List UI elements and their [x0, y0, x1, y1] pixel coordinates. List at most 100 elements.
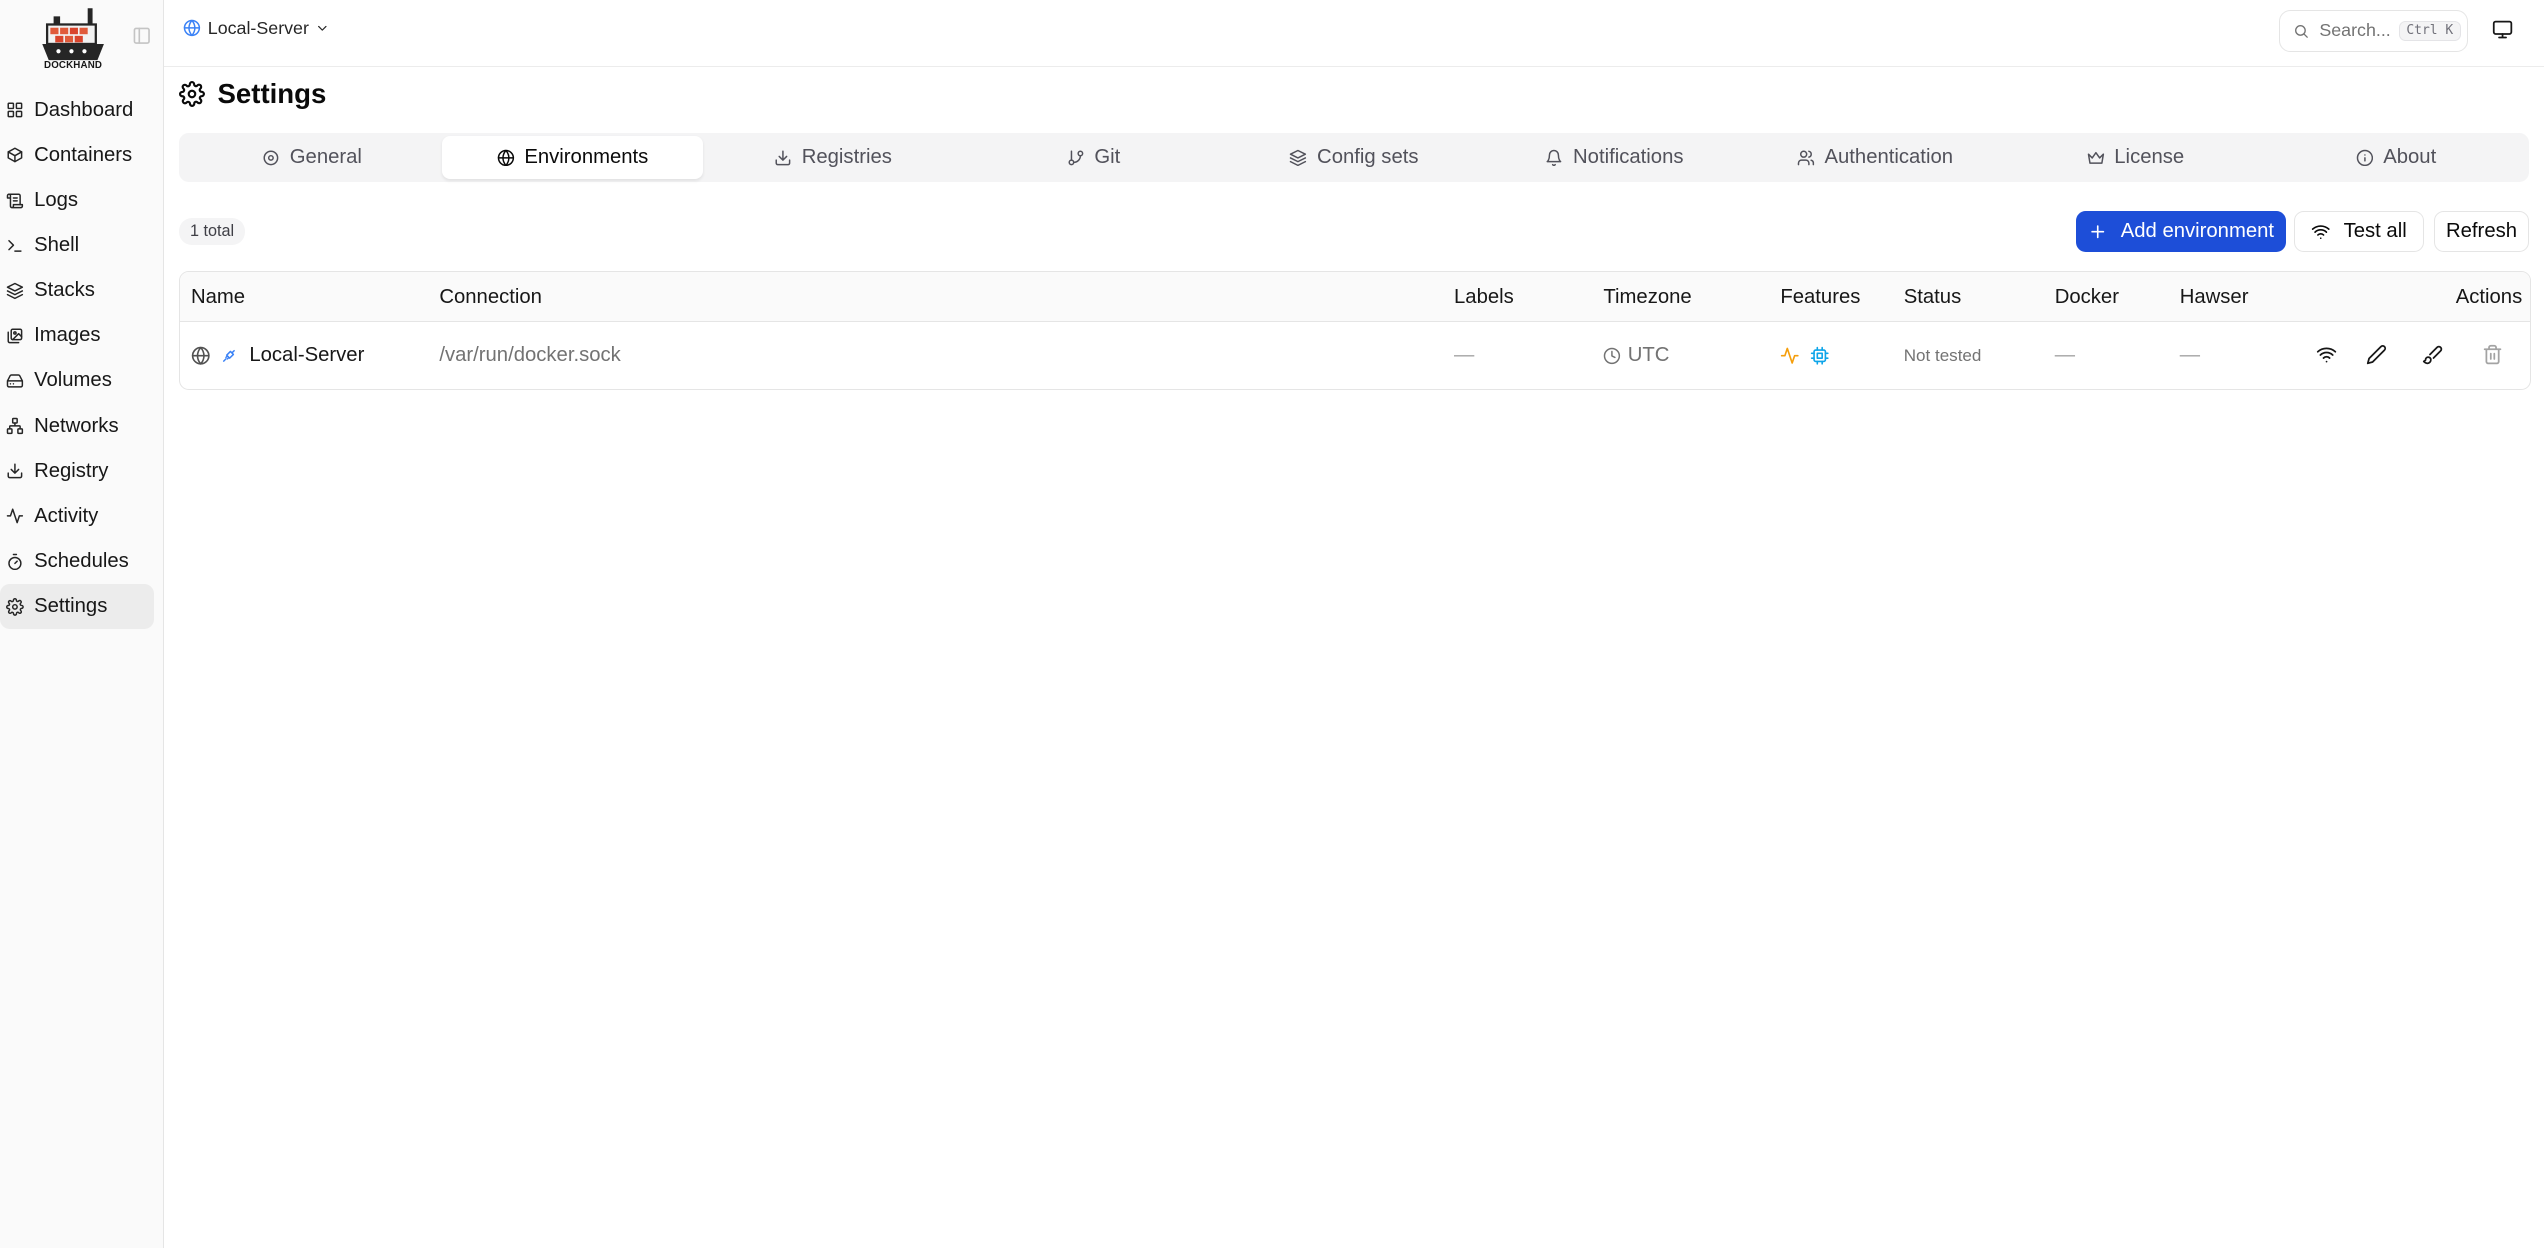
download-icon — [775, 150, 791, 165]
timezone-value: UTC — [1627, 344, 1670, 367]
tab-environments[interactable]: Environments — [442, 136, 703, 179]
button-label: Add environment — [2120, 219, 2275, 242]
wifi-icon — [2316, 347, 2337, 362]
cpu-icon — [1810, 346, 1829, 365]
sidebar-item-registry[interactable]: Registry — [0, 449, 154, 494]
sidebar-item-settings[interactable]: Settings — [0, 584, 155, 630]
wifi-icon — [2311, 224, 2330, 239]
sidebar: DOCKHAND Dashboard Containers Logs Shell… — [0, 0, 164, 1248]
git-branch-icon — [1068, 150, 1084, 165]
sidebar-item-label: Images — [34, 324, 101, 347]
tab-notifications[interactable]: Notifications — [1484, 136, 1744, 178]
column-header-status[interactable]: Status — [1904, 272, 1962, 322]
activity-icon — [1781, 347, 1800, 364]
search-icon — [2295, 24, 2309, 38]
tab-general[interactable]: General — [182, 136, 442, 178]
plug-connection-icon — [223, 349, 236, 362]
button-label: Test all — [2343, 219, 2407, 242]
clock-icon — [1604, 347, 1621, 364]
cell-features — [1780, 322, 1829, 388]
tab-config-sets[interactable]: Config sets — [1224, 136, 1484, 178]
column-header-actions: Actions — [2455, 286, 2523, 309]
sidebar-item-logs[interactable]: Logs — [0, 178, 154, 223]
sidebar-item-label: Shell — [34, 234, 80, 257]
crown-icon — [2087, 151, 2104, 164]
test-connection-button[interactable] — [2316, 344, 2339, 367]
column-header-connection[interactable]: Connection — [439, 272, 542, 322]
tab-label: Config sets — [1317, 145, 1419, 168]
sidebar-item-label: Stacks — [34, 279, 95, 302]
column-header-name[interactable]: Name — [191, 272, 245, 322]
table-header: Name Connection Labels Timezone Features… — [179, 272, 2531, 323]
tab-label: Notifications — [1573, 145, 1684, 168]
monitor-icon[interactable] — [2492, 19, 2515, 42]
layers-icon — [1290, 149, 1307, 166]
tab-registries[interactable]: Registries — [703, 136, 963, 178]
add-environment-button[interactable]: Add environment — [2076, 211, 2286, 252]
activity-icon — [7, 508, 24, 524]
tab-label: General — [289, 145, 362, 168]
tab-label: Environments — [524, 145, 649, 168]
environment-name: Local-Server — [207, 17, 309, 38]
environment-name[interactable]: Local-Server — [249, 344, 364, 367]
dockhand-logo[interactable]: DOCKHAND — [39, 5, 107, 73]
sidebar-item-label: Containers — [34, 143, 133, 166]
gear-icon — [6, 597, 25, 616]
settings-tabs: General Environments Registries Git Conf… — [178, 133, 2530, 182]
cell-hawser: — — [2179, 344, 2200, 367]
sidebar-nav: Dashboard Containers Logs Shell Stacks I… — [0, 88, 155, 630]
cell-docker: — — [2054, 344, 2075, 367]
environment-selector[interactable]: Local-Server — [183, 18, 330, 39]
hard-drive-icon — [7, 374, 24, 388]
sidebar-item-schedules[interactable]: Schedules — [0, 539, 154, 584]
column-header-timezone[interactable]: Timezone — [1603, 272, 1691, 322]
table-row[interactable]: Local-Server /var/run/docker.sock — UTC … — [180, 322, 2530, 388]
tab-label: About — [2383, 145, 2437, 168]
sidebar-item-label: Networks — [34, 414, 119, 437]
globe-icon — [497, 149, 514, 166]
column-header-features[interactable]: Features — [1780, 272, 1860, 322]
tab-label: Authentication — [1824, 145, 1954, 168]
refresh-button[interactable]: Refresh — [2433, 211, 2530, 252]
tab-license[interactable]: License — [2005, 136, 2265, 178]
plus-icon — [2091, 224, 2105, 238]
sidebar-item-label: Logs — [34, 188, 79, 211]
top-bar: Local-Server Search... Ctrl K — [163, 0, 2544, 67]
sidebar-item-images[interactable]: Images — [0, 313, 154, 358]
page-title-text: Settings — [217, 77, 327, 109]
environments-table: Name Connection Labels Timezone Features… — [178, 271, 2532, 390]
dashboard-icon — [7, 102, 23, 118]
column-header-docker[interactable]: Docker — [2055, 272, 2119, 322]
sidebar-item-networks[interactable]: Networks — [0, 404, 154, 449]
tab-label: Git — [1094, 145, 1121, 168]
page-title: Settings — [178, 77, 327, 110]
sidebar-item-label: Volumes — [34, 369, 112, 392]
timer-icon — [8, 553, 23, 570]
sidebar-item-stacks[interactable]: Stacks — [0, 268, 154, 313]
column-header-hawser[interactable]: Hawser — [2180, 272, 2249, 322]
logo-text: DOCKHAND — [44, 60, 103, 72]
sidebar-item-containers[interactable]: Containers — [0, 133, 154, 178]
chevron-down-icon — [318, 25, 327, 31]
cleanup-button[interactable] — [2422, 344, 2445, 367]
search-input[interactable]: Search... Ctrl K — [2279, 9, 2468, 52]
sidebar-toggle-icon[interactable] — [132, 26, 151, 45]
delete-button[interactable] — [2482, 344, 2505, 367]
tab-about[interactable]: About — [2266, 136, 2526, 178]
total-count-badge: 1 total — [178, 217, 246, 246]
edit-button[interactable] — [2366, 344, 2389, 367]
terminal-icon — [8, 239, 23, 252]
tab-authentication[interactable]: Authentication — [1745, 136, 2005, 178]
sidebar-item-volumes[interactable]: Volumes — [0, 358, 154, 403]
column-header-labels[interactable]: Labels — [1454, 272, 1514, 322]
search-shortcut: Ctrl K — [2398, 20, 2461, 41]
globe-icon — [184, 20, 201, 37]
tab-git[interactable]: Git — [963, 136, 1223, 178]
network-icon — [7, 417, 24, 435]
sidebar-item-activity[interactable]: Activity — [0, 494, 154, 539]
sidebar-item-label: Schedules — [34, 549, 129, 572]
sidebar-item-dashboard[interactable]: Dashboard — [0, 88, 154, 133]
test-all-button[interactable]: Test all — [2294, 211, 2424, 252]
box-icon — [7, 147, 23, 163]
sidebar-item-shell[interactable]: Shell — [0, 223, 154, 268]
